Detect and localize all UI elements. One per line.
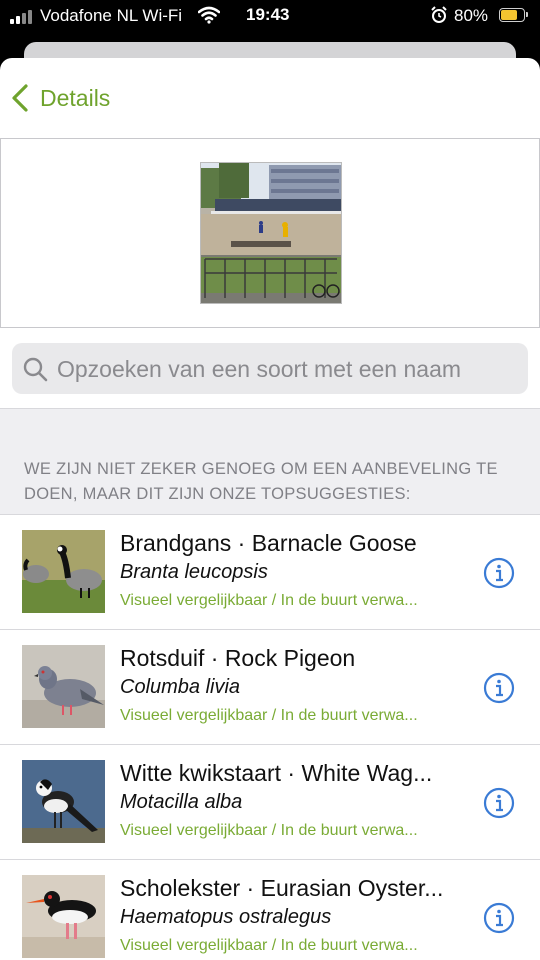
species-common-name: Rotsduif · Rock Pigeon — [120, 645, 356, 671]
info-icon[interactable] — [483, 787, 515, 819]
suggestion-reason: Visueel vergelijkbaar / In de buurt verw… — [120, 822, 418, 839]
suggestion-reason: Visueel vergelijkbaar / In de buurt verw… — [120, 707, 418, 724]
info-icon[interactable] — [483, 557, 515, 589]
clock: 19:43 — [246, 5, 290, 24]
observation-photo-image — [201, 163, 341, 303]
suggestions-list: Brandgans · Barnacle Goose Branta leucop… — [0, 515, 540, 960]
info-icon[interactable] — [483, 672, 515, 704]
back-button[interactable]: Details — [10, 82, 110, 114]
search-area: Opzoeken van een soort met een naam — [0, 328, 540, 408]
battery-icon — [499, 8, 528, 22]
suggestion-item-eurasian-oystercatcher[interactable]: Scholekster · Eurasian Oyster... Haemato… — [0, 860, 540, 960]
navigation-bar: Details — [0, 58, 540, 138]
species-common-name: Witte kwikstaart · White Wag... — [120, 760, 433, 786]
species-scientific-name: Haematopus ostralegus — [120, 906, 332, 928]
observation-photo[interactable] — [200, 162, 342, 304]
observation-photo-area — [0, 138, 540, 328]
chevron-left-icon — [12, 84, 28, 112]
species-common-name: Scholekster · Eurasian Oyster... — [120, 875, 444, 901]
suggestion-item-rock-pigeon[interactable]: Rotsduif · Rock Pigeon Columba livia Vis… — [0, 630, 540, 745]
back-button-label: Details — [40, 84, 111, 111]
species-scientific-name: Motacilla alba — [120, 791, 243, 813]
species-scientific-name: Branta leucopsis — [120, 561, 268, 583]
alarm-icon — [431, 6, 447, 23]
species-common-name: Brandgans · Barnacle Goose — [120, 530, 417, 556]
species-search-input[interactable]: Opzoeken van een soort met een naam — [12, 343, 528, 394]
status-bar: Vodafone NL Wi-Fi 19:43 80% — [0, 0, 540, 34]
suggestion-item-white-wagtail[interactable]: Witte kwikstaart · White Wag... Motacill… — [0, 745, 540, 860]
species-thumbnail — [22, 760, 105, 843]
species-scientific-name: Columba livia — [120, 676, 241, 698]
suggestions-header-text: WE ZIJN NIET ZEKER GENOEG OM EEN AANBEVE… — [24, 460, 498, 503]
species-thumbnail — [22, 875, 105, 958]
carrier-name: Vodafone NL Wi-Fi — [40, 6, 183, 25]
suggestion-reason: Visueel vergelijkbaar / In de buurt verw… — [120, 592, 418, 609]
suggestion-item-barnacle-goose[interactable]: Brandgans · Barnacle Goose Branta leucop… — [0, 515, 540, 630]
battery-level-fill — [501, 10, 517, 20]
wifi-icon — [198, 6, 220, 24]
suggestions-section-header: WE ZIJN NIET ZEKER GENOEG OM EEN AANBEVE… — [0, 408, 540, 515]
species-picker-sheet: Details Opzoeken van een soort met een n… — [0, 58, 540, 960]
search-icon — [23, 357, 48, 382]
battery-percentage: 80% — [454, 6, 489, 25]
search-placeholder: Opzoeken van een soort met een naam — [57, 356, 462, 382]
signal-icon — [10, 8, 34, 24]
species-thumbnail — [22, 530, 105, 613]
info-icon[interactable] — [483, 902, 515, 934]
species-thumbnail — [22, 645, 105, 728]
suggestion-reason: Visueel vergelijkbaar / In de buurt verw… — [120, 937, 418, 954]
